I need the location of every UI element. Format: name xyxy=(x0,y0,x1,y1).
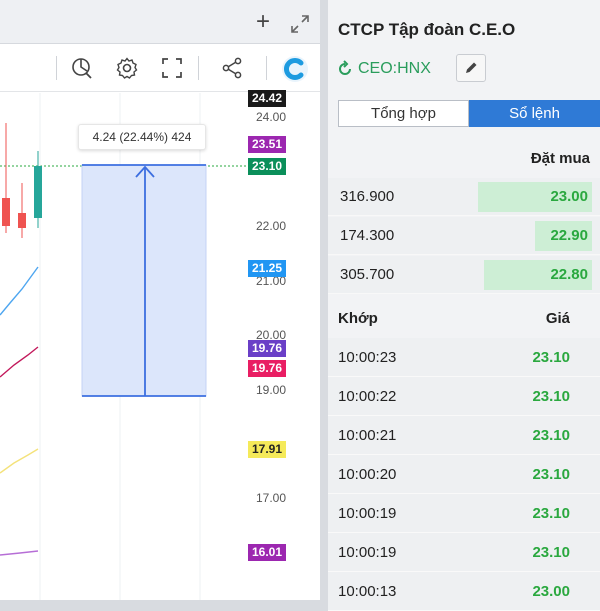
candle-down xyxy=(18,213,26,228)
c-logo-icon[interactable] xyxy=(280,54,310,84)
bid-row[interactable]: 174.300 22.90 xyxy=(328,217,600,255)
bid-row[interactable]: 305.700 22.80 xyxy=(328,256,600,294)
trade-price: 23.10 xyxy=(532,466,570,483)
candle-up xyxy=(34,166,42,218)
tab-order-book[interactable]: Sổ lệnh xyxy=(469,100,600,127)
price-axis-label: 19.00 xyxy=(256,383,287,397)
price-tag-blue: 21.25 xyxy=(248,260,287,277)
ma-line-blue xyxy=(0,266,39,316)
trade-row[interactable]: 10:00:23 23.10 xyxy=(328,338,600,377)
bid-price: 22.90 xyxy=(550,227,588,244)
trade-header: Khớp Giá xyxy=(328,300,600,336)
bid-row[interactable]: 316.900 23.00 xyxy=(328,178,600,216)
trade-price: 23.10 xyxy=(532,544,570,561)
toolbar-divider xyxy=(198,56,199,80)
stock-sidebar: CTCP Tập đoàn C.E.O CEO:HNX Tổng hợp Sổ … xyxy=(328,0,600,611)
price-tag-yellow: 17.91 xyxy=(248,441,287,458)
gear-icon[interactable] xyxy=(115,56,139,80)
price-axis-label: 17.00 xyxy=(256,491,287,505)
bid-price: 23.00 xyxy=(550,188,588,205)
bid-header-label: Đặt mua xyxy=(530,150,590,167)
share-icon[interactable] xyxy=(220,56,244,80)
pencil-icon xyxy=(466,62,477,73)
trade-row[interactable]: 10:00:21 23.10 xyxy=(328,416,600,455)
trade-price: 23.00 xyxy=(532,583,570,600)
trade-price: 23.10 xyxy=(532,427,570,444)
bid-qty: 305.700 xyxy=(340,266,395,283)
toolbar-divider xyxy=(266,56,267,80)
chart-pane[interactable]: + 4.24 (22.44%) 424 24.00 22.00 21.00 20… xyxy=(0,0,320,600)
chart-toolbar xyxy=(0,44,320,92)
measure-box[interactable] xyxy=(81,164,207,397)
trade-price: 23.10 xyxy=(532,349,570,366)
chart-analysis-icon[interactable] xyxy=(70,56,94,80)
trade-time: 10:00:13 xyxy=(338,583,397,600)
bid-header: Đặt mua xyxy=(328,146,600,174)
price-tag-red: 19.76 xyxy=(248,360,287,377)
trade-price-header: Giá xyxy=(545,310,570,327)
price-axis-label: 24.00 xyxy=(256,110,287,124)
toolbar-divider xyxy=(56,56,57,80)
price-axis-label: 22.00 xyxy=(256,219,287,233)
company-name: CTCP Tập đoàn C.E.O xyxy=(338,20,516,39)
bid-qty: 174.300 xyxy=(340,227,395,244)
trade-time: 10:00:19 xyxy=(338,544,397,561)
trade-time: 10:00:19 xyxy=(338,505,397,522)
price-tag-top: 24.42 xyxy=(248,90,287,107)
tab-summary[interactable]: Tổng hợp xyxy=(338,100,469,127)
view-tabs: Tổng hợp Sổ lệnh xyxy=(338,100,600,127)
measure-label: 4.24 (22.44%) 424 xyxy=(78,124,206,150)
ticker-symbol[interactable]: CEO:HNX xyxy=(358,60,431,78)
ticker-row: CEO:HNX xyxy=(336,56,431,82)
ma-line-purple xyxy=(0,550,39,556)
price-tag-high: 23.51 xyxy=(248,136,287,153)
trade-time: 10:00:23 xyxy=(338,349,397,366)
pane-divider[interactable] xyxy=(320,0,328,600)
trade-row[interactable]: 10:00:22 23.10 xyxy=(328,377,600,416)
ma-line-red xyxy=(0,346,39,378)
trade-row[interactable]: 10:00:20 23.10 xyxy=(328,455,600,494)
fullscreen-icon[interactable] xyxy=(160,56,184,80)
trade-time: 10:00:20 xyxy=(338,466,397,483)
trade-time: 10:00:21 xyxy=(338,427,397,444)
chart-tabbar: + xyxy=(0,0,320,44)
trade-time-header: Khớp xyxy=(338,310,378,327)
price-tag-purple: 19.76 xyxy=(248,340,287,357)
trade-price: 23.10 xyxy=(532,505,570,522)
edit-button[interactable] xyxy=(456,54,486,82)
bid-qty: 316.900 xyxy=(340,188,395,205)
price-tag-purple-low: 16.01 xyxy=(248,544,287,561)
trade-price: 23.10 xyxy=(532,388,570,405)
bid-price: 22.80 xyxy=(550,266,588,283)
plus-icon[interactable]: + xyxy=(256,10,270,34)
trade-row[interactable]: 10:00:13 23.00 xyxy=(328,572,600,611)
refresh-icon[interactable] xyxy=(336,60,354,78)
ma-line-yellow xyxy=(0,448,39,474)
price-tag-last: 23.10 xyxy=(248,158,287,175)
trade-row[interactable]: 10:00:19 23.10 xyxy=(328,533,600,572)
trade-row[interactable]: 10:00:19 23.10 xyxy=(328,494,600,533)
expand-icon[interactable] xyxy=(290,14,310,34)
trade-time: 10:00:22 xyxy=(338,388,397,405)
candle-down xyxy=(2,198,10,226)
